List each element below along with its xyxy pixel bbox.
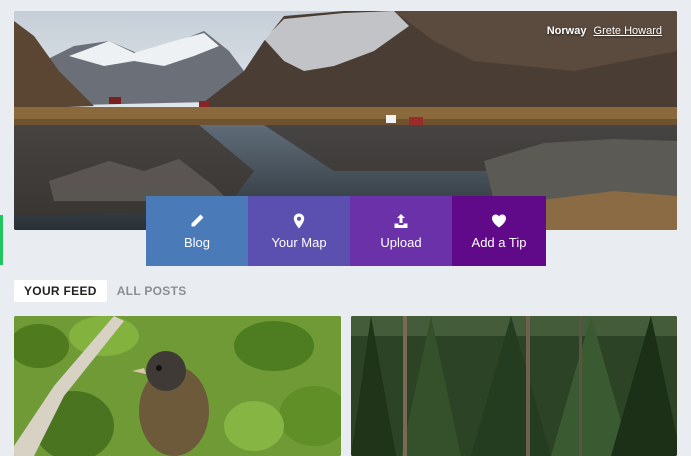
feed-card-bird-photo[interactable] [14, 316, 341, 456]
action-bar: Blog Your Map Upload Add a Tip [146, 196, 546, 266]
upload-button[interactable]: Upload [350, 196, 452, 266]
pencil-icon [191, 214, 204, 226]
left-accent-bar [0, 215, 3, 265]
add-a-tip-button[interactable]: Add a Tip [452, 196, 546, 266]
map-pin-icon [293, 213, 305, 228]
photo-author-link[interactable]: Grete Howard [594, 25, 662, 37]
upload-button-label: Upload [380, 234, 422, 250]
your-map-button[interactable]: Your Map [248, 196, 350, 266]
tab-all-posts[interactable]: ALL POSTS [107, 280, 197, 302]
forest-photo-illustration [351, 316, 677, 456]
feed-card-forest-photo[interactable] [351, 316, 677, 456]
upload-icon [394, 213, 408, 228]
heart-icon [492, 214, 506, 227]
your-map-button-label: Your Map [271, 234, 327, 250]
blog-button[interactable]: Blog [146, 196, 248, 266]
blog-button-label: Blog [183, 234, 211, 250]
add-a-tip-button-label: Add a Tip [471, 234, 527, 250]
feed-tabs: YOUR FEED ALL POSTS [14, 280, 197, 302]
bird-photo-illustration [14, 316, 341, 456]
photo-credit: Norway Grete Howard [547, 25, 662, 37]
tab-your-feed[interactable]: YOUR FEED [14, 280, 107, 302]
photo-location: Norway [546, 25, 587, 37]
